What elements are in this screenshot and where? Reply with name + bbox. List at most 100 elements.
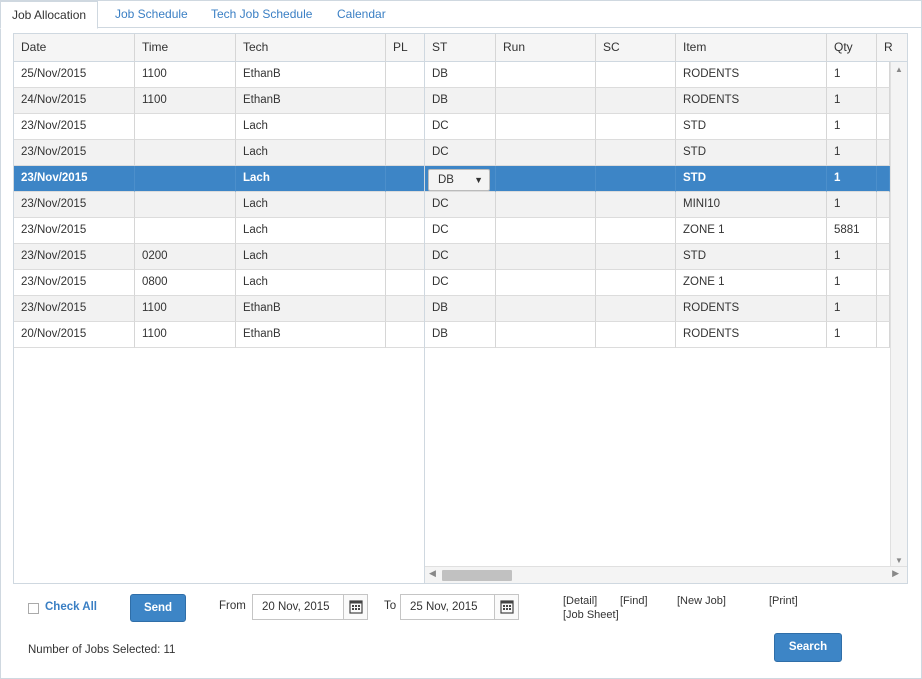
tab-tech-job-schedule[interactable]: Tech Job Schedule <box>200 0 323 28</box>
cell-qty: 1 <box>827 62 877 88</box>
cell-qty: 1 <box>827 322 877 348</box>
header-tech[interactable]: Tech <box>236 34 386 62</box>
cell-st: DC <box>425 114 496 140</box>
cell-pl <box>386 296 425 322</box>
cell-time: 1100 <box>135 62 236 88</box>
scroll-left-icon[interactable]: ◀ <box>429 568 436 579</box>
cell-date: 20/Nov/2015 <box>14 322 135 348</box>
calendar-icon[interactable] <box>343 595 367 619</box>
cell-tech: Lach <box>236 140 386 166</box>
cell-r <box>877 270 890 296</box>
cell-pl <box>386 166 425 192</box>
cell-pl <box>386 88 425 114</box>
cell-qty: 1 <box>827 270 877 296</box>
cell-pl <box>386 244 425 270</box>
header-time[interactable]: Time <box>135 34 236 62</box>
cell-item: RODENTS <box>676 296 827 322</box>
cell-item: STD <box>676 114 827 140</box>
send-button[interactable]: Send <box>130 594 186 622</box>
cell-r <box>877 244 890 270</box>
tab-job-schedule[interactable]: Job Schedule <box>104 0 199 28</box>
cell-sc <box>596 140 676 166</box>
job-sheet-link[interactable]: [Job Sheet] <box>563 609 619 621</box>
cell-qty: 1 <box>827 88 877 114</box>
to-date-field[interactable]: 25 Nov, 2015 <box>400 594 519 620</box>
chevron-down-icon[interactable]: ▼ <box>474 170 483 190</box>
check-all-checkbox[interactable] <box>28 603 39 614</box>
table-row[interactable]: 23/Nov/2015 Lach DC STD 1 <box>14 140 890 166</box>
detail-link[interactable]: [Detail] <box>563 595 597 607</box>
print-link[interactable]: [Print] <box>769 595 798 607</box>
cell-date: 25/Nov/2015 <box>14 62 135 88</box>
header-run[interactable]: Run <box>496 34 596 62</box>
cell-pl <box>386 114 425 140</box>
table-row-selected[interactable]: 23/Nov/2015 Lach DB ▼ STD 1 <box>14 166 890 192</box>
cell-sc <box>596 62 676 88</box>
cell-qty: 1 <box>827 192 877 218</box>
cell-item: ZONE 1 <box>676 270 827 296</box>
cell-item: STD <box>676 244 827 270</box>
calendar-icon[interactable] <box>494 595 518 619</box>
cell-run <box>496 322 596 348</box>
header-sc[interactable]: SC <box>596 34 676 62</box>
cell-sc <box>596 114 676 140</box>
cell-qty: 1 <box>827 166 877 192</box>
header-qty[interactable]: Qty <box>827 34 877 62</box>
cell-time <box>135 140 236 166</box>
header-item[interactable]: Item <box>676 34 827 62</box>
table-row[interactable]: 25/Nov/2015 1100 EthanB DB RODENTS 1 <box>14 62 890 88</box>
cell-st: DC <box>425 192 496 218</box>
st-dropdown-value: DB <box>438 174 454 186</box>
pane-splitter[interactable] <box>424 34 425 583</box>
cell-r <box>877 218 890 244</box>
horizontal-scrollbar[interactable]: ◀ ▶ <box>425 566 907 583</box>
header-r[interactable]: R <box>877 34 907 62</box>
header-pl[interactable]: PL <box>386 34 425 62</box>
new-job-link[interactable]: [New Job] <box>677 595 726 607</box>
from-label: From <box>219 600 246 612</box>
cell-item: RODENTS <box>676 62 827 88</box>
from-date-field[interactable]: 20 Nov, 2015 <box>252 594 368 620</box>
cell-st: DC <box>425 270 496 296</box>
cell-run <box>496 296 596 322</box>
check-all-label[interactable]: Check All <box>45 601 97 613</box>
vertical-scrollbar[interactable]: ▲ ▼ <box>890 62 907 568</box>
cell-st: DC <box>425 140 496 166</box>
tab-bar: Job Allocation Job Schedule Tech Job Sch… <box>0 0 922 29</box>
table-row[interactable]: 23/Nov/2015 Lach DC MINI10 1 <box>14 192 890 218</box>
cell-run <box>496 88 596 114</box>
cell-st: DB ▼ <box>425 166 496 192</box>
table-row[interactable]: 20/Nov/2015 1100 EthanB DB RODENTS 1 <box>14 322 890 348</box>
header-date[interactable]: Date <box>14 34 135 62</box>
header-st[interactable]: ST <box>425 34 496 62</box>
cell-date: 23/Nov/2015 <box>14 270 135 296</box>
cell-tech: EthanB <box>236 62 386 88</box>
scroll-down-icon[interactable]: ▼ <box>895 556 903 565</box>
cell-time: 1100 <box>135 296 236 322</box>
jobs-selected-count: Number of Jobs Selected: 11 <box>28 644 176 656</box>
table-row[interactable]: 23/Nov/2015 Lach DC STD 1 <box>14 114 890 140</box>
scroll-thumb[interactable] <box>442 570 512 581</box>
scroll-up-icon[interactable]: ▲ <box>895 65 903 74</box>
st-dropdown[interactable]: DB ▼ <box>428 169 490 191</box>
table-row[interactable]: 23/Nov/2015 0200 Lach DC STD 1 <box>14 244 890 270</box>
find-link[interactable]: [Find] <box>620 595 648 607</box>
table-row[interactable]: 24/Nov/2015 1100 EthanB DB RODENTS 1 <box>14 88 890 114</box>
tab-calendar[interactable]: Calendar <box>326 0 397 28</box>
table-row[interactable]: 23/Nov/2015 0800 Lach DC ZONE 11 <box>14 270 890 296</box>
cell-tech: EthanB <box>236 296 386 322</box>
table-row[interactable]: 23/Nov/2015 Lach DC ZONE 1 5881 <box>14 218 890 244</box>
search-button[interactable]: Search <box>774 633 842 662</box>
cell-qty: 1 <box>827 140 877 166</box>
scroll-right-icon[interactable]: ▶ <box>892 568 899 579</box>
cell-date: 23/Nov/2015 <box>14 192 135 218</box>
table-row[interactable]: 23/Nov/2015 1100 EthanB DB RODENTS 1 <box>14 296 890 322</box>
cell-r <box>877 192 890 218</box>
cell-time: 1100 <box>135 322 236 348</box>
cell-qty: 1 <box>827 114 877 140</box>
cell-r <box>877 114 890 140</box>
tab-job-allocation[interactable]: Job Allocation <box>0 0 99 29</box>
cell-item: ZONE 1 <box>676 218 827 244</box>
cell-pl <box>386 62 425 88</box>
to-date-value: 25 Nov, 2015 <box>410 601 478 613</box>
